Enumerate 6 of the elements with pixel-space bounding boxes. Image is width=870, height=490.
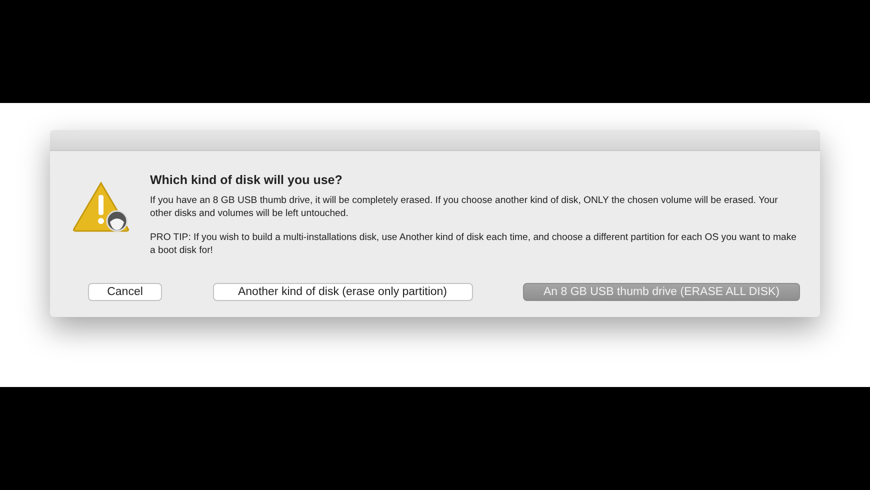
dialog-title: Which kind of disk will you use? [150, 172, 344, 187]
warning-icon [72, 180, 130, 233]
message-text: PRO TIP: If you wish to build a multi-installations disk, use Another kind of disk each time, and choose a different partition for each OS you want to make a boot disk for! [150, 230, 798, 257]
message-text: If you have an 8 GB USB thumb drive, it will be completely erased. If you choose another kind of disk, ONLY the chosen volume will be erased. Your other disks and volumes will be left untouched. [150, 194, 779, 220]
dialog-button[interactable]: Cancel [88, 282, 162, 301]
dialog-button[interactable]: Another kind of disk (erase only partition) [212, 282, 472, 301]
